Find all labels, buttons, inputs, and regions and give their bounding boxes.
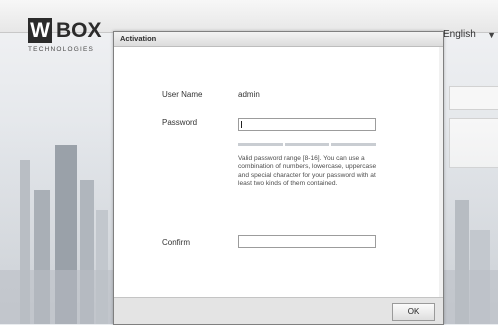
confirm-field[interactable]: [238, 235, 376, 248]
activation-dialog: Activation User Name admin Password Vali…: [113, 31, 444, 325]
dialog-header: Activation: [114, 32, 443, 47]
strength-segment: [284, 143, 330, 146]
brand-letter: W: [28, 18, 52, 43]
password-label: Password: [162, 118, 198, 127]
dialog-footer: OK: [114, 297, 443, 324]
brand-logo: W BOX TECHNOLOGIES: [28, 18, 106, 58]
user-name-value: admin: [238, 90, 260, 99]
password-field[interactable]: [238, 118, 376, 131]
password-hint: Valid password range [8-16]. You can use…: [238, 155, 377, 187]
confirm-label: Confirm: [162, 238, 191, 247]
right-panel-top: [449, 86, 498, 110]
language-select[interactable]: English ▼: [443, 26, 498, 44]
chevron-down-icon: ▼: [487, 30, 496, 40]
brand-tagline: TECHNOLOGIES: [28, 46, 95, 53]
password-strength-bar: [238, 143, 377, 146]
strength-segment: [331, 143, 377, 146]
ok-button[interactable]: OK: [392, 303, 435, 321]
language-selected-value: English: [443, 29, 476, 40]
strength-segment: [238, 143, 283, 146]
dialog-scrollbar[interactable]: [439, 47, 443, 297]
user-name-label: User Name: [162, 90, 203, 99]
text-cursor: [241, 121, 242, 128]
brand-word: BOX: [56, 19, 102, 42]
dialog-title: Activation: [120, 34, 157, 43]
right-panel-middle: [449, 118, 498, 168]
